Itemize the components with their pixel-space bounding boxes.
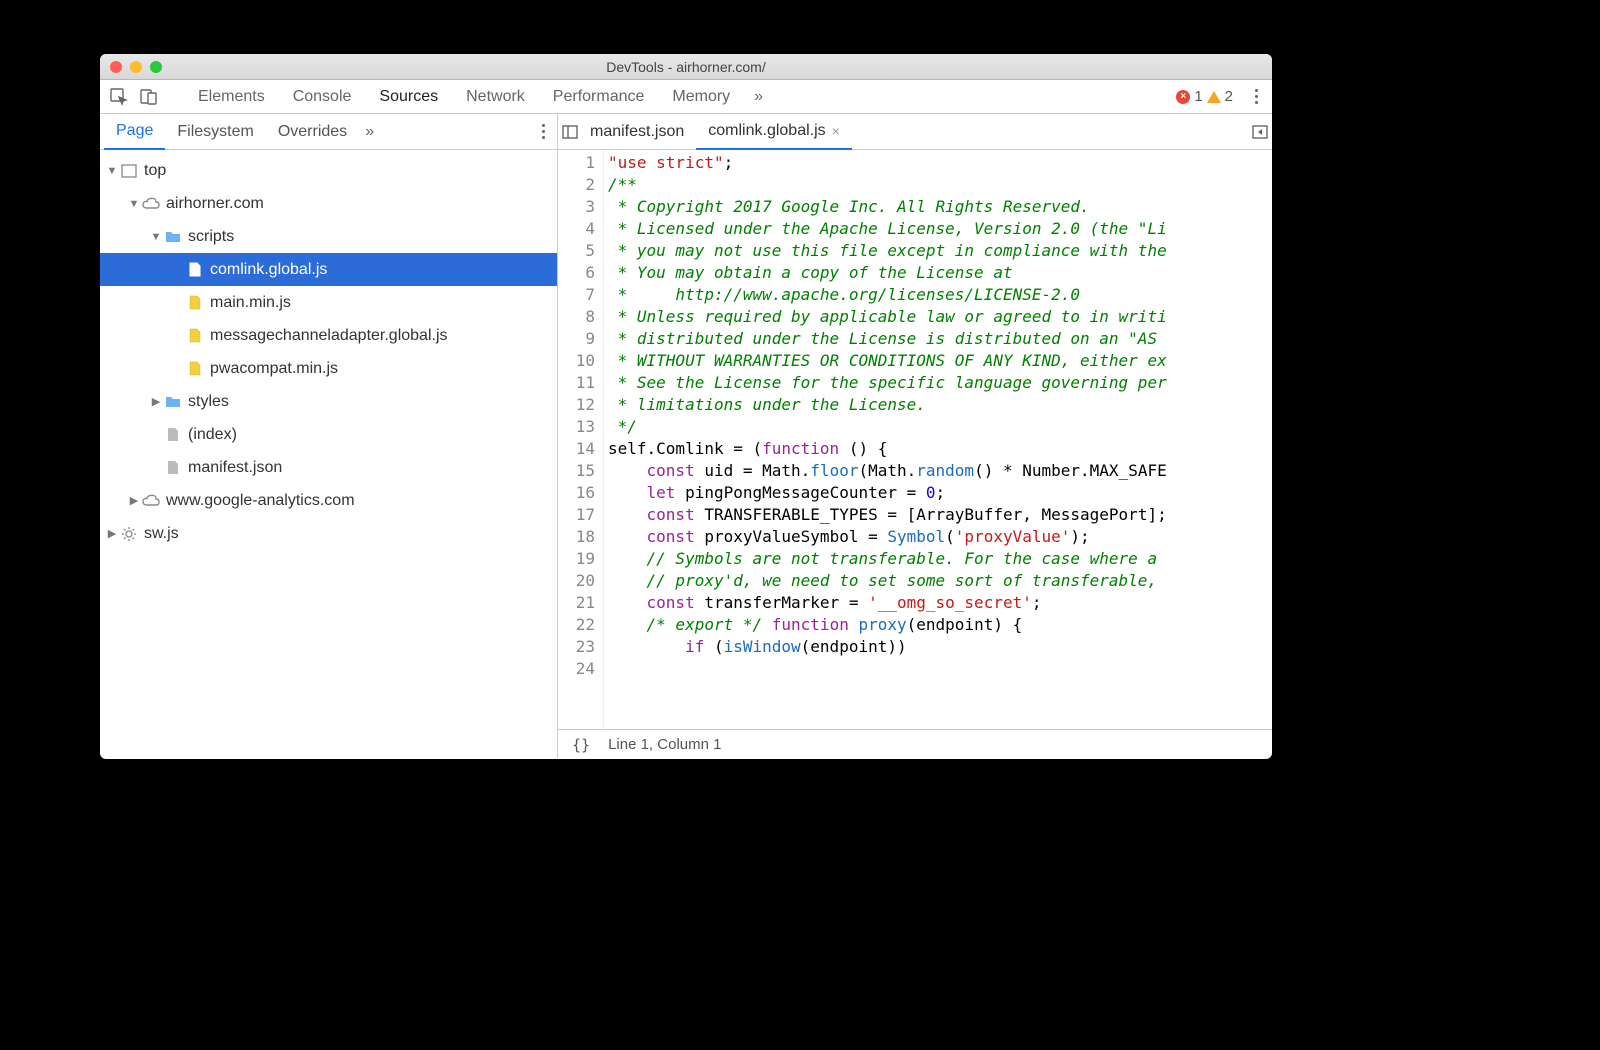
tree-node[interactable]: ▼ airhorner.com [100, 187, 557, 220]
tree-label: comlink.global.js [210, 261, 327, 279]
chevron-right-icon: ▶ [106, 527, 118, 540]
nav-tab-filesystem[interactable]: Filesystem [165, 114, 265, 150]
code-content[interactable]: "use strict";/** * Copyright 2017 Google… [604, 150, 1272, 729]
tree-label: pwacompat.min.js [210, 360, 338, 378]
tree-node[interactable]: ▼ top [100, 154, 557, 187]
editor-tabs: manifest.jsoncomlink.global.js× [558, 114, 1272, 150]
file-tree: ▼ top ▼ airhorner.com ▼ scripts comlink.global… [100, 150, 557, 759]
warning-icon [1207, 91, 1221, 103]
tree-node[interactable]: pwacompat.min.js [100, 352, 557, 385]
chevron-down-icon: ▼ [150, 231, 162, 243]
tab-sources[interactable]: Sources [365, 80, 452, 114]
file-gray-icon [164, 460, 182, 476]
inspect-element-icon[interactable] [106, 84, 132, 110]
tree-node[interactable]: ▶ sw.js [100, 517, 557, 550]
nav-tab-overrides[interactable]: Overrides [266, 114, 359, 150]
titlebar[interactable]: DevTools - airhorner.com/ [100, 54, 1272, 80]
error-count[interactable]: × 1 2 [1176, 88, 1233, 105]
tab-elements[interactable]: Elements [184, 80, 279, 114]
line-gutter: 123456789101112131415161718192021222324 [558, 150, 604, 729]
cloud-icon [142, 493, 160, 509]
navigator-panel: PageFilesystemOverrides » ▼ top ▼ airhorner… [100, 114, 558, 759]
cloud-icon [142, 196, 160, 212]
chevron-right-icon: ▶ [128, 494, 140, 507]
code-editor[interactable]: 123456789101112131415161718192021222324 … [558, 150, 1272, 729]
file-yellow-icon [186, 328, 204, 344]
format-button[interactable]: {} [572, 736, 590, 754]
tree-label: (index) [188, 426, 237, 444]
device-toolbar-icon[interactable] [136, 84, 162, 110]
nav-tab-page[interactable]: Page [104, 114, 165, 150]
file-gray-icon [164, 427, 182, 443]
tree-label: scripts [188, 228, 234, 246]
tree-label: styles [188, 393, 229, 411]
zoom-window-button[interactable] [150, 61, 162, 73]
tab-performance[interactable]: Performance [539, 80, 659, 114]
file-white-icon [186, 262, 204, 278]
editor-statusbar: {} Line 1, Column 1 [558, 729, 1272, 759]
close-tab-icon[interactable]: × [832, 123, 840, 139]
tree-label: manifest.json [188, 459, 282, 477]
tree-node[interactable]: messagechanneladapter.global.js [100, 319, 557, 352]
file-yellow-icon [186, 295, 204, 311]
show-debugger-icon[interactable] [1252, 125, 1268, 139]
file-yellow-icon [186, 361, 204, 377]
tree-node[interactable]: manifest.json [100, 451, 557, 484]
tree-label: messagechanneladapter.global.js [210, 327, 448, 345]
chevron-down-icon: ▼ [106, 165, 118, 177]
more-nav-tabs[interactable]: » [359, 123, 380, 141]
tree-label: www.google-analytics.com [166, 492, 355, 510]
tree-label: airhorner.com [166, 195, 264, 213]
file-tab[interactable]: manifest.json [578, 114, 696, 150]
close-window-button[interactable] [110, 61, 122, 73]
frame-icon [120, 163, 138, 179]
tab-console[interactable]: Console [279, 80, 366, 114]
error-icon: × [1176, 90, 1190, 104]
tree-node[interactable]: comlink.global.js [100, 253, 557, 286]
show-navigator-icon[interactable] [562, 125, 578, 139]
chevron-down-icon: ▼ [128, 198, 140, 210]
window-title: DevTools - airhorner.com/ [100, 59, 1272, 75]
chevron-right-icon: ▶ [150, 395, 162, 408]
editor-panel: manifest.jsoncomlink.global.js× 12345678… [558, 114, 1272, 759]
tree-node[interactable]: ▶ styles [100, 385, 557, 418]
gear-icon [120, 526, 138, 542]
folder-icon [164, 229, 182, 245]
cursor-position: Line 1, Column 1 [608, 736, 721, 753]
more-tabs-button[interactable]: » [748, 88, 769, 106]
tree-node[interactable]: ▼ scripts [100, 220, 557, 253]
content-area: PageFilesystemOverrides » ▼ top ▼ airhorner… [100, 114, 1272, 759]
window-controls [110, 61, 162, 73]
tree-label: top [144, 162, 166, 180]
navigator-tabs: PageFilesystemOverrides » [100, 114, 557, 150]
tree-label: sw.js [144, 525, 179, 543]
tab-memory[interactable]: Memory [658, 80, 744, 114]
navigator-menu-button[interactable] [534, 124, 553, 139]
tree-node[interactable]: main.min.js [100, 286, 557, 319]
main-tabbar: ElementsConsoleSourcesNetworkPerformance… [100, 80, 1272, 114]
tree-node[interactable]: ▶ www.google-analytics.com [100, 484, 557, 517]
devtools-window: DevTools - airhorner.com/ ElementsConsol… [100, 54, 1272, 759]
tab-network[interactable]: Network [452, 80, 539, 114]
tree-node[interactable]: (index) [100, 418, 557, 451]
settings-menu-button[interactable] [1247, 89, 1266, 104]
folder-icon [164, 394, 182, 410]
tree-label: main.min.js [210, 294, 291, 312]
minimize-window-button[interactable] [130, 61, 142, 73]
file-tab[interactable]: comlink.global.js× [696, 114, 852, 150]
